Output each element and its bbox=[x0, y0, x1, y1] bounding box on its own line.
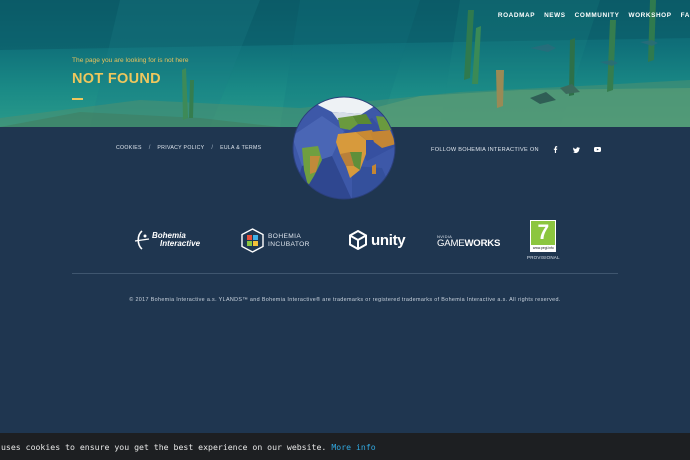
nav-community[interactable]: COMMUNITY bbox=[575, 12, 620, 19]
bohemia-line2: Interactive bbox=[160, 239, 201, 248]
facebook-icon[interactable] bbox=[551, 145, 560, 154]
title-underline bbox=[72, 98, 83, 100]
nav-faq[interactable]: FA bbox=[681, 12, 690, 19]
gameworks-game: GAME bbox=[437, 238, 465, 249]
gameworks-label: GAMEWORKS bbox=[437, 239, 500, 249]
unity-label: unity bbox=[371, 231, 406, 249]
bohemia-interactive-logo[interactable]: Bohemia Interactive bbox=[134, 230, 200, 250]
partner-logos: Bohemia Interactive BOHEMIA INCUBATOR un… bbox=[0, 218, 690, 263]
top-navigation: ROADMAP NEWS COMMUNITY WORKSHOP FA bbox=[498, 12, 690, 19]
cookie-banner: uses cookies to ensure you get the best … bbox=[0, 433, 690, 460]
pegi-status: PROVISIONAL bbox=[527, 255, 560, 260]
incubator-cube-icon bbox=[241, 228, 264, 253]
error-message: The page you are looking for is not here bbox=[72, 57, 189, 64]
globe-icon bbox=[292, 96, 396, 200]
pegi-badge: 7 www.pegi.info bbox=[530, 220, 557, 252]
incubator-line2: INCUBATOR bbox=[268, 240, 310, 248]
nav-workshop[interactable]: WORKSHOP bbox=[628, 12, 671, 19]
unity-cube-icon bbox=[349, 230, 367, 250]
cookie-message: uses cookies to ensure you get the best … bbox=[1, 441, 327, 452]
gameworks-works: WORKS bbox=[464, 238, 501, 249]
bohemia-incubator-logo[interactable]: BOHEMIA INCUBATOR bbox=[241, 228, 310, 253]
social-follow: FOLLOW BOHEMIA INTERACTIVE ON bbox=[431, 145, 602, 154]
incubator-line1: BOHEMIA bbox=[268, 233, 302, 240]
pegi-rating: 7 www.pegi.info PROVISIONAL bbox=[527, 220, 560, 260]
follow-label: FOLLOW BOHEMIA INTERACTIVE ON bbox=[431, 146, 539, 153]
youtube-icon[interactable] bbox=[593, 145, 602, 154]
link-separator: / bbox=[211, 145, 214, 151]
privacy-policy-link[interactable]: PRIVACY POLICY bbox=[157, 145, 204, 151]
error-title: NOT FOUND bbox=[72, 71, 161, 87]
footer-divider bbox=[72, 273, 618, 274]
pegi-url: www.pegi.info bbox=[531, 245, 556, 251]
nav-news[interactable]: NEWS bbox=[544, 12, 566, 19]
link-separator: / bbox=[148, 145, 151, 151]
copyright-text: © 2017 Bohemia Interactive a.s. YLANDS™ … bbox=[129, 297, 561, 303]
more-info-link[interactable]: More info bbox=[331, 442, 375, 452]
nvidia-gameworks-logo[interactable]: NVIDIA GAMEWORKS bbox=[437, 234, 500, 249]
nav-roadmap[interactable]: ROADMAP bbox=[498, 12, 535, 19]
cookies-link[interactable]: COOKIES bbox=[116, 145, 142, 151]
unity-logo[interactable]: unity bbox=[348, 230, 406, 250]
twitter-icon[interactable] bbox=[572, 145, 581, 154]
legal-links: COOKIES / PRIVACY POLICY / EULA & TERMS bbox=[116, 145, 261, 151]
bohemia-swirl-icon bbox=[134, 230, 150, 250]
eula-terms-link[interactable]: EULA & TERMS bbox=[220, 145, 261, 151]
pegi-number: 7 bbox=[537, 221, 550, 244]
